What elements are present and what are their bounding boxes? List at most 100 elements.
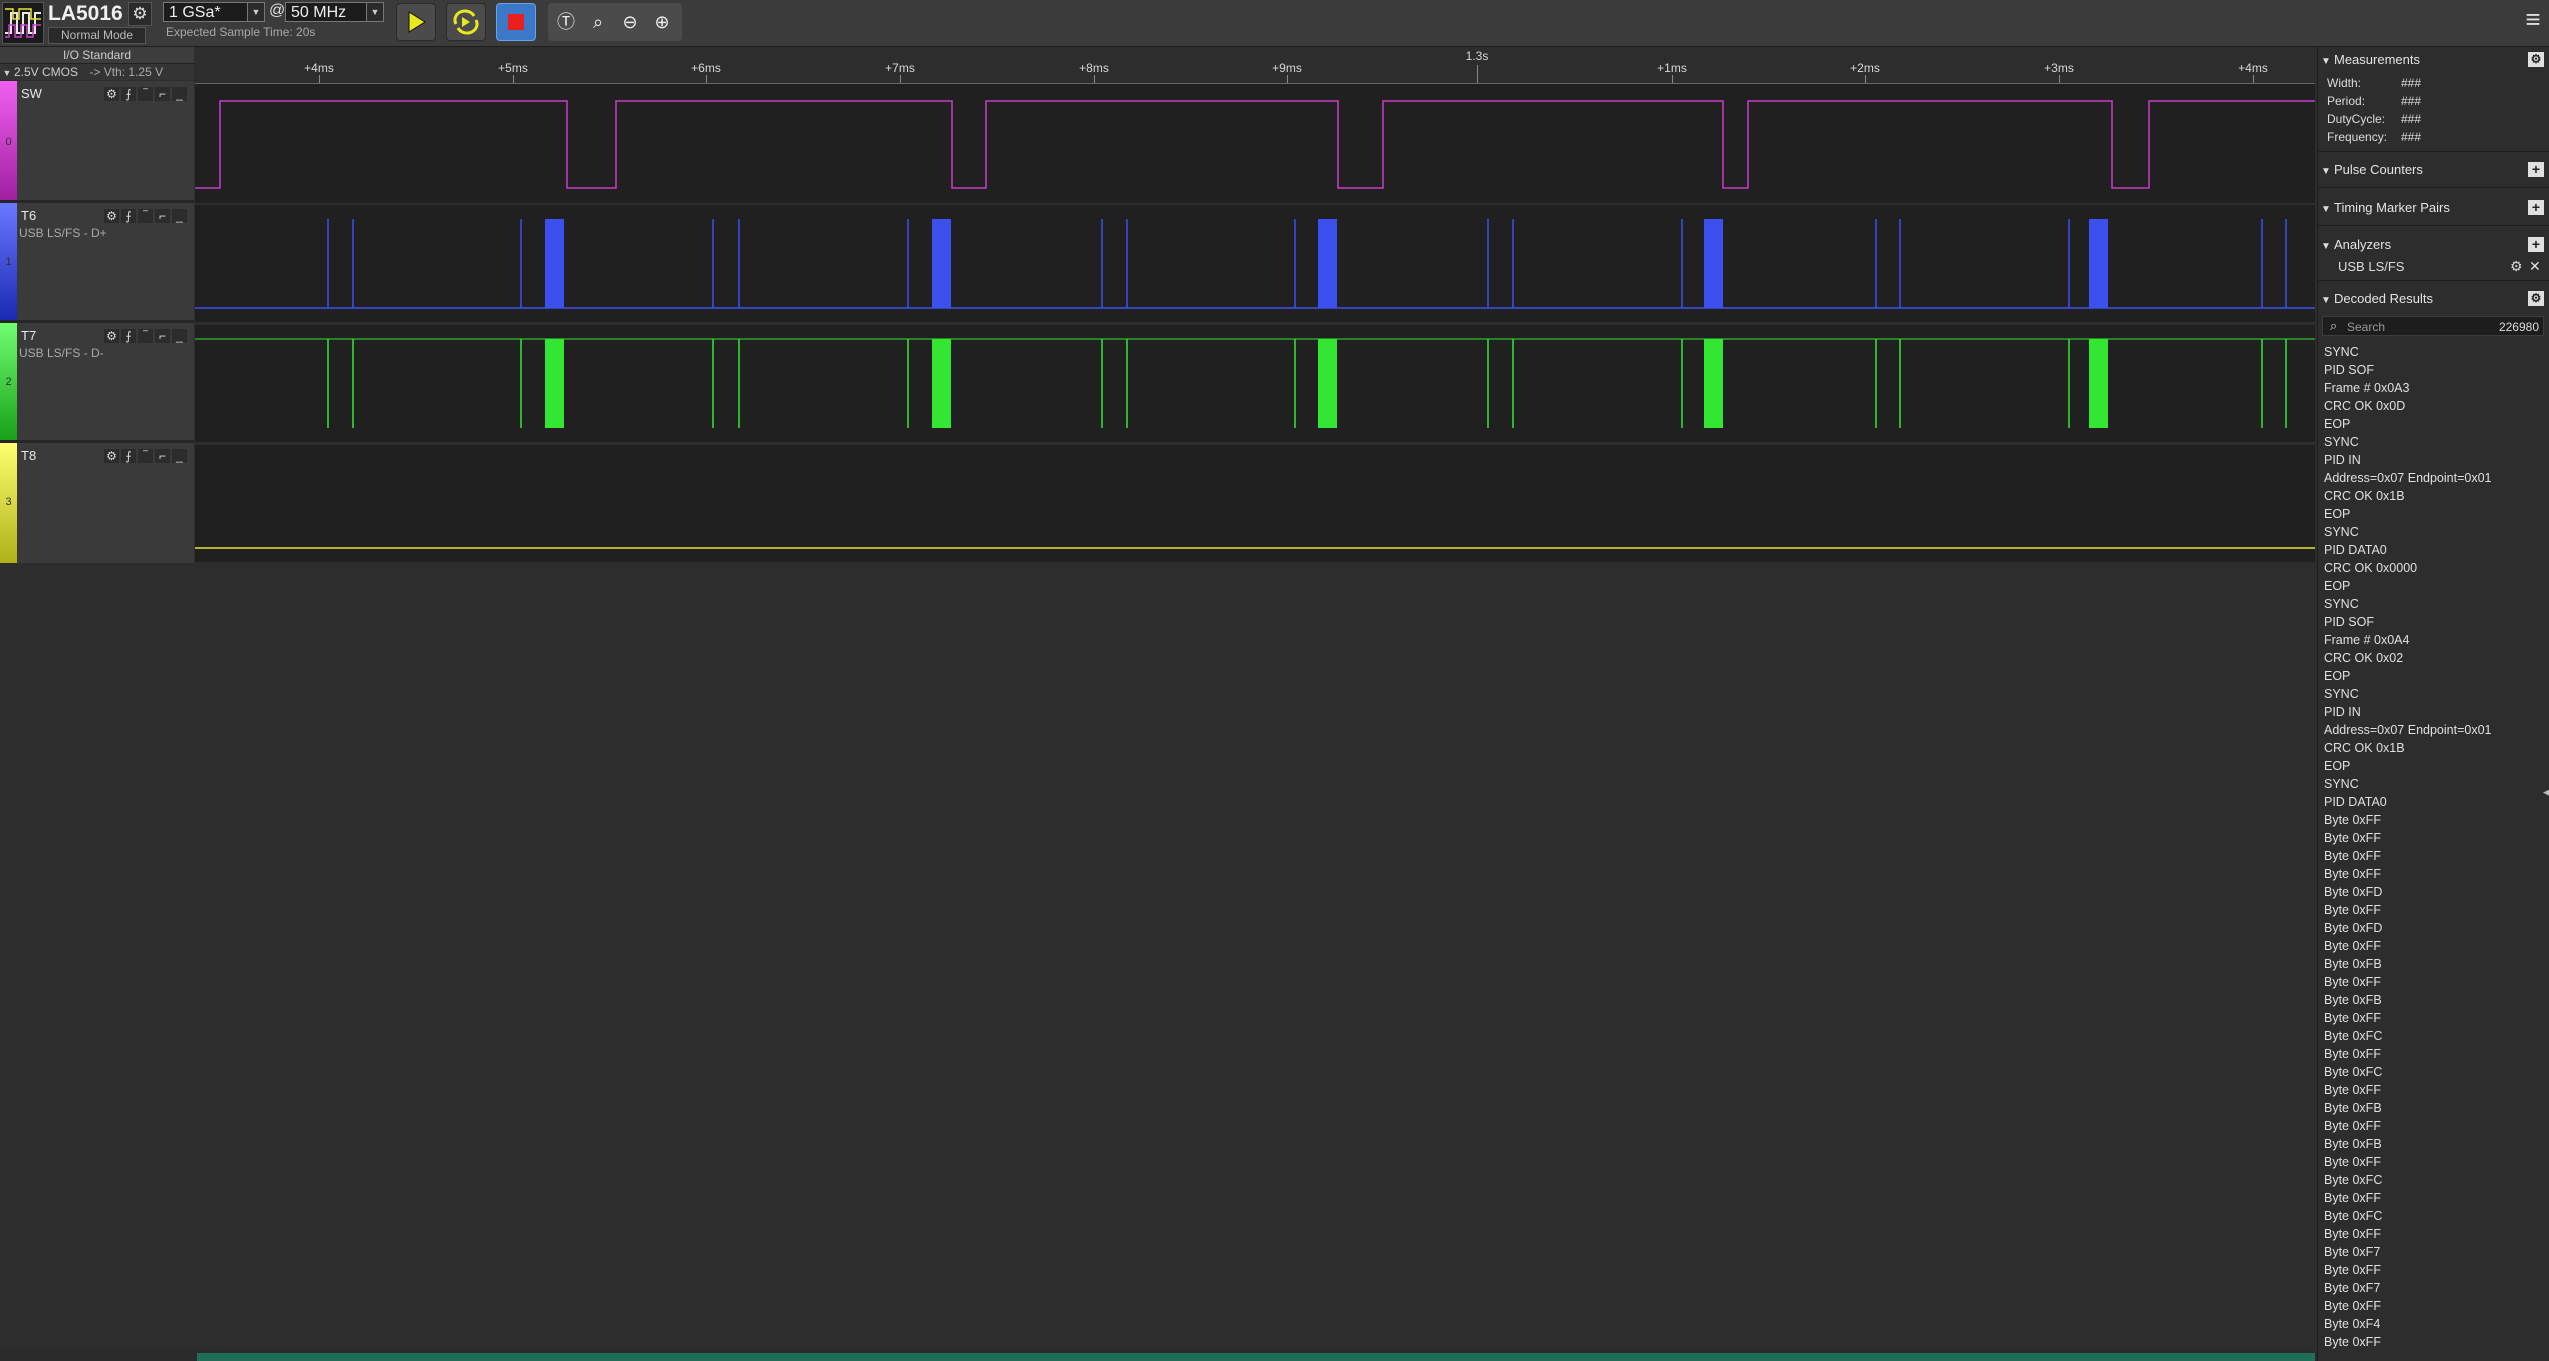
decoded-result-item[interactable]: Byte 0xFC [2324,1027,2544,1045]
decoded-result-item[interactable]: Byte 0xFF [2324,1225,2544,1243]
channel-name[interactable]: SW [21,86,42,101]
low-level-icon[interactable]: _ [172,449,187,463]
decoded-result-item[interactable]: Frame # 0x0A3 [2324,379,2544,397]
device-mode-button[interactable]: Normal Mode [48,27,146,44]
decoded-result-item[interactable]: Byte 0xFF [2324,1045,2544,1063]
decoded-result-item[interactable]: Byte 0xFF [2324,1189,2544,1207]
decoded-result-item[interactable]: Byte 0xFD [2324,919,2544,937]
high-level-icon[interactable]: ‾ [138,449,153,463]
decoded-result-item[interactable]: EOP [2324,505,2544,523]
decoded-result-item[interactable]: Byte 0xF7 [2324,1279,2544,1297]
decoded-result-item[interactable]: PID SOF [2324,361,2544,379]
channel-name[interactable]: T7 [21,328,36,343]
channel-row-sw[interactable]: 0 SW ⚙ ⨍ ‾ ⌐ _ [0,81,194,203]
decoded-search-input[interactable]: ⌕ Search 226980 [2322,316,2544,336]
channel-name[interactable]: T8 [21,448,36,463]
sample-rate-select[interactable]: 1 GSa* ▼ [163,2,265,22]
high-level-icon[interactable]: ‾ [138,87,153,101]
decoded-result-item[interactable]: EOP [2324,757,2544,775]
decoded-result-item[interactable]: SYNC [2324,775,2544,793]
rising-edge-icon[interactable]: ⨍ [121,87,136,101]
io-standard-select[interactable]: ▼ 2.5V CMOS -> Vth: 1.25 V [0,64,194,80]
decoded-results-gear-icon[interactable]: ⚙ [2528,291,2544,306]
gear-icon[interactable]: ⚙ [104,209,119,223]
decoded-result-item[interactable]: Byte 0xFF [2324,1297,2544,1315]
pulse-counters-header[interactable]: ▼ Pulse Counters + [2318,160,2549,180]
decoded-result-item[interactable]: Byte 0xFF [2324,1261,2544,1279]
decoded-result-item[interactable]: Byte 0xFB [2324,1135,2544,1153]
decoded-results-list[interactable]: SYNC PID SOF Frame # 0x0A3 CRC OK 0x0D EOP SY… [2324,343,2544,1351]
decoded-result-item[interactable]: Frame # 0x0A4 [2324,631,2544,649]
falling-edge-icon[interactable]: ⌐ [155,87,170,101]
scroll-indicator-icon[interactable]: ◀ [2543,787,2549,797]
decoded-result-item[interactable]: PID IN [2324,703,2544,721]
analyzers-header[interactable]: ▼ Analyzers + [2318,235,2549,255]
decoded-result-item[interactable]: PID IN [2324,451,2544,469]
decoded-result-item[interactable]: Address=0x07 Endpoint=0x01 [2324,469,2544,487]
measurements-gear-icon[interactable]: ⚙ [2528,52,2544,67]
decoded-result-item[interactable]: PID SOF [2324,613,2544,631]
measurements-header[interactable]: ▼ Measurements ⚙ [2318,50,2549,70]
decoded-result-item[interactable]: CRC OK 0x0000 [2324,559,2544,577]
decoded-result-item[interactable]: Byte 0xFF [2324,1009,2544,1027]
add-analyzer-plus-icon[interactable]: + [2528,237,2544,252]
low-level-icon[interactable]: _ [172,209,187,223]
decoded-result-item[interactable]: SYNC [2324,523,2544,541]
low-level-icon[interactable]: _ [172,329,187,343]
decoded-result-item[interactable]: Byte 0xFF [2324,847,2544,865]
decoded-result-item[interactable]: Byte 0xFC [2324,1171,2544,1189]
falling-edge-icon[interactable]: ⌐ [155,209,170,223]
decoded-result-item[interactable]: Byte 0xFF [2324,1153,2544,1171]
decoded-result-item[interactable]: Byte 0xFB [2324,1099,2544,1117]
decoded-result-item[interactable]: EOP [2324,415,2544,433]
decoded-result-item[interactable]: SYNC [2324,433,2544,451]
decoded-result-item[interactable]: Byte 0xF7 [2324,1243,2544,1261]
decoded-result-item[interactable]: Byte 0xFF [2324,1081,2544,1099]
waveform-display[interactable] [195,83,2315,563]
low-level-icon[interactable]: _ [172,87,187,101]
decoded-result-item[interactable]: CRC OK 0x1B [2324,739,2544,757]
analyzer-remove-close-icon[interactable]: ✕ [2529,258,2541,275]
zoom-out-icon[interactable]: ⊖ [618,10,642,34]
decoded-result-item[interactable]: EOP [2324,667,2544,685]
decoded-result-item[interactable]: Byte 0xFF [2324,1117,2544,1135]
rising-edge-icon[interactable]: ⨍ [121,209,136,223]
decoded-results-header[interactable]: ▼ Decoded Results ⚙ [2318,289,2549,309]
loop-capture-button[interactable] [446,3,486,41]
timing-marker-pairs-header[interactable]: ▼ Timing Marker Pairs + [2318,198,2549,218]
zoom-in-icon[interactable]: ⊕ [650,10,674,34]
high-level-icon[interactable]: ‾ [138,209,153,223]
decoded-result-item[interactable]: SYNC [2324,685,2544,703]
gear-icon[interactable]: ⚙ [104,449,119,463]
decoded-result-item[interactable]: Byte 0xFB [2324,991,2544,1009]
analyzer-item-usb[interactable]: USB LS/FS [2338,259,2404,274]
decoded-result-item[interactable]: Byte 0xFC [2324,1207,2544,1225]
decoded-result-item[interactable]: CRC OK 0x1B [2324,487,2544,505]
decoded-result-item[interactable]: CRC OK 0x0D [2324,397,2544,415]
decoded-result-item[interactable]: Byte 0xFF [2324,811,2544,829]
decoded-result-item[interactable]: CRC OK 0x02 [2324,649,2544,667]
add-timing-marker-plus-icon[interactable]: + [2528,200,2544,215]
decoded-result-item[interactable]: Byte 0xFF [2324,1333,2544,1351]
channel-name[interactable]: T6 [21,208,36,223]
rising-edge-icon[interactable]: ⨍ [121,449,136,463]
hamburger-menu-icon[interactable]: ≡ [2522,6,2544,32]
overview-scroll-track[interactable] [197,1353,2315,1361]
decoded-result-item[interactable]: Byte 0xFF [2324,865,2544,883]
decoded-result-item[interactable]: Byte 0xFF [2324,937,2544,955]
decoded-result-item[interactable]: Byte 0xFF [2324,829,2544,847]
analyzer-gear-icon[interactable]: ⚙ [2510,258,2523,275]
decoded-result-item[interactable]: SYNC [2324,343,2544,361]
frequency-select[interactable]: 50 MHz ▼ [285,2,384,22]
high-level-icon[interactable]: ‾ [138,329,153,343]
decoded-result-item[interactable]: Byte 0xFB [2324,955,2544,973]
text-cursor-icon[interactable]: Ⓣ [554,10,578,34]
add-pulse-counter-plus-icon[interactable]: + [2528,162,2544,177]
decoded-result-item[interactable]: Byte 0xFF [2324,973,2544,991]
stop-button[interactable] [496,3,536,41]
start-button[interactable] [396,3,436,41]
decoded-result-item[interactable]: Byte 0xFF [2324,901,2544,919]
decoded-result-item[interactable]: Byte 0xF4 [2324,1315,2544,1333]
decoded-result-item[interactable]: EOP [2324,577,2544,595]
channel-row-t7[interactable]: 2 T7 USB LS/FS - D- ⚙ ⨍ ‾ ⌐ _ [0,323,194,443]
